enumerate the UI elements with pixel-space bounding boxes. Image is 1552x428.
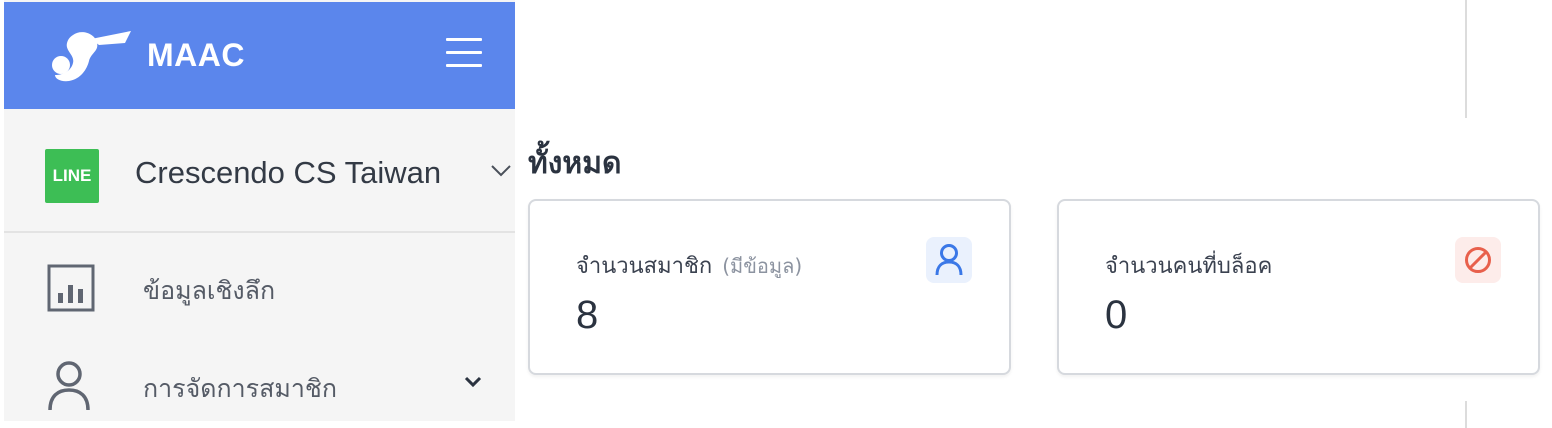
stat-card-blocked: จำนวนคนที่บล็อค 0	[1057, 199, 1540, 375]
brand-name: MAAC	[147, 37, 245, 73]
column-divider	[1465, 401, 1467, 428]
stat-label: จำนวนสมาชิก (มีข้อมูล)	[576, 248, 802, 283]
stat-label-text: จำนวนคนที่บล็อค	[1105, 254, 1273, 279]
sidebar-item-label: ข้อมูลเชิงลึก	[143, 276, 276, 305]
stat-label-text: จำนวนสมาชิก	[576, 254, 713, 279]
sidebar-item-label: การจัดการสมาชิก	[143, 374, 337, 403]
sidebar-header: MAAC	[4, 2, 515, 109]
person-icon	[48, 361, 90, 411]
hamburger-bar	[446, 64, 482, 67]
user-icon	[926, 237, 972, 283]
stat-label: จำนวนคนที่บล็อค	[1105, 248, 1272, 283]
block-icon	[1455, 237, 1501, 283]
chevron-down-icon	[491, 165, 511, 177]
stat-sublabel: (มีข้อมูล)	[722, 254, 803, 278]
stat-value: 0	[1105, 293, 1128, 337]
hamburger-icon[interactable]	[446, 36, 482, 70]
app-root: MAAC LINE Crescendo CS Taiwan ข้อมูลเชิง…	[0, 0, 1552, 428]
sidebar-item-insights[interactable]: ข้อมูลเชิงลึก	[4, 241, 515, 331]
bar-chart-icon	[47, 264, 95, 312]
section-title: ทั้งหมด	[528, 146, 622, 181]
hamburger-bar	[446, 38, 482, 41]
account-selector[interactable]: LINE Crescendo CS Taiwan	[4, 109, 515, 233]
sidebar-item-member-management[interactable]: การจัดการสมาชิก	[4, 336, 515, 426]
sidebar: MAAC LINE Crescendo CS Taiwan ข้อมูลเชิง…	[4, 0, 515, 421]
hamburger-bar	[446, 51, 482, 54]
account-name: Crescendo CS Taiwan	[135, 155, 442, 190]
maac-logo-icon[interactable]	[51, 31, 133, 83]
chevron-down-icon	[464, 376, 482, 388]
line-logo-icon: LINE	[45, 149, 99, 203]
stat-value: 8	[576, 293, 599, 337]
column-divider	[1465, 0, 1467, 118]
stat-card-members: จำนวนสมาชิก (มีข้อมูล) 8	[528, 199, 1011, 375]
